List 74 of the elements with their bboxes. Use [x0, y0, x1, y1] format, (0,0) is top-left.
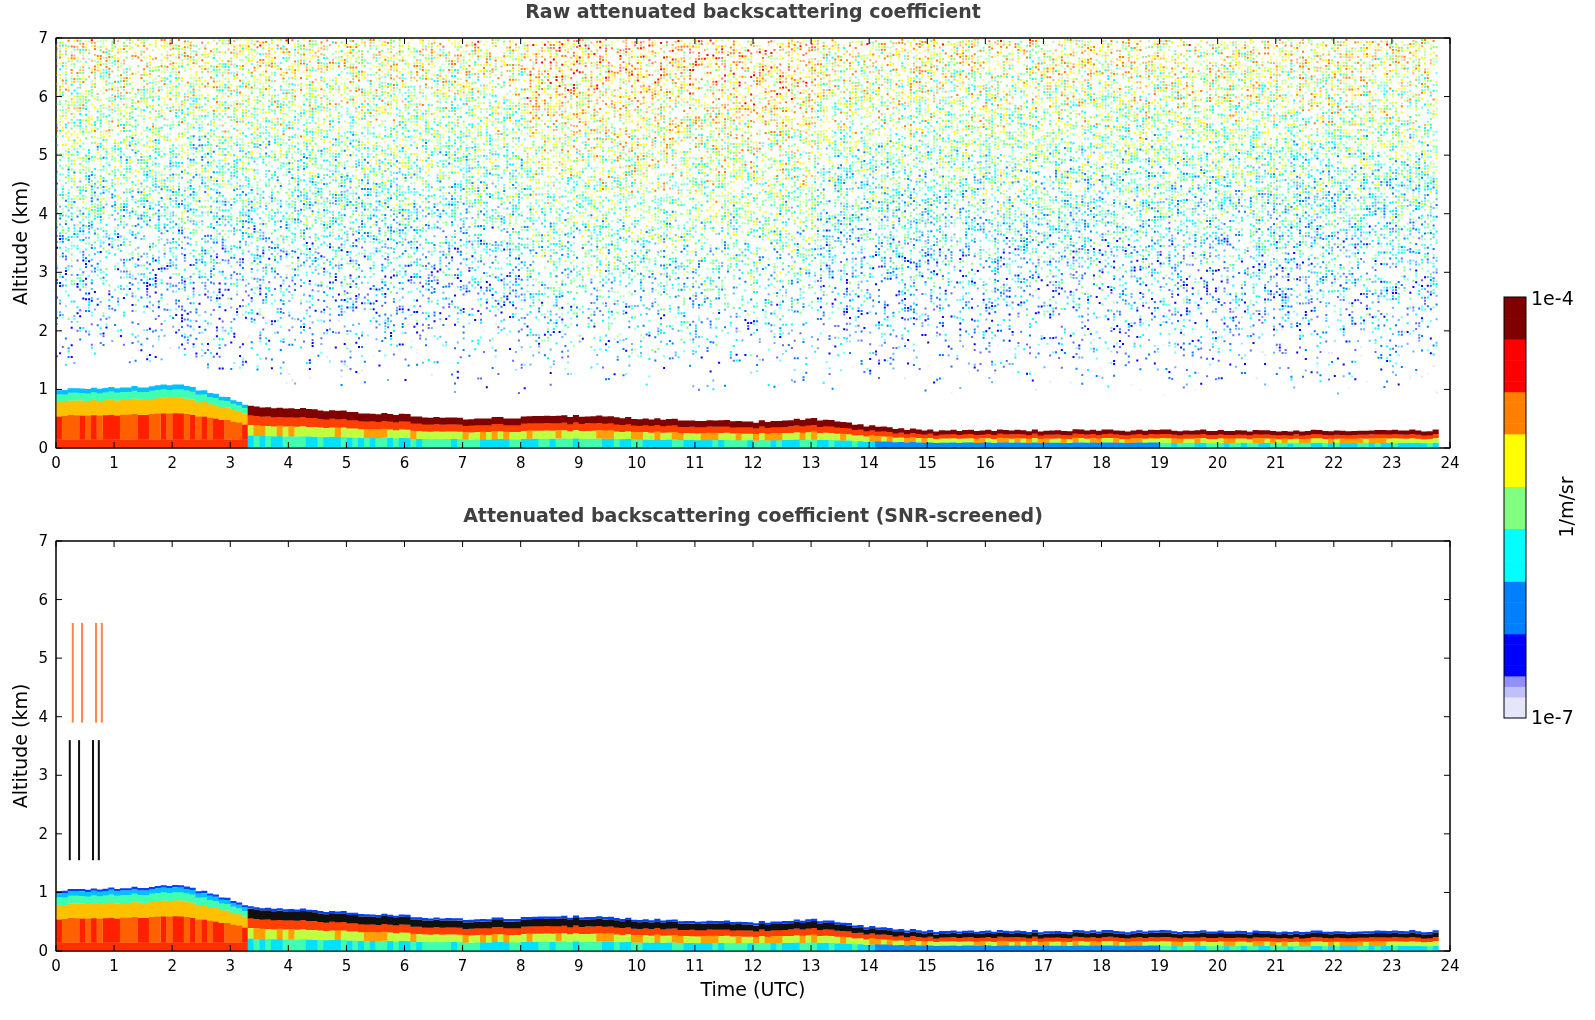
x-tick-label: 22	[1324, 454, 1344, 472]
y-tick-label: 5	[38, 649, 48, 668]
x-tick-label: 7	[457, 957, 468, 975]
x-tick-label: 17	[1033, 957, 1053, 975]
y-tick-label: 1	[38, 883, 48, 902]
x-tick-label: 1	[109, 957, 119, 975]
x-tick-label: 20	[1208, 957, 1228, 975]
x-tick-label: 15	[917, 957, 937, 975]
y-tick-label: 7	[38, 532, 48, 550]
x-tick-label: 6	[399, 454, 410, 472]
plot-title: Attenuated backscattering coefficient (SNR-screened)	[463, 504, 1043, 526]
x-tick-label: 8	[515, 454, 526, 472]
x-tick-label: 19	[1150, 957, 1170, 975]
x-tick-label: 18	[1091, 454, 1112, 472]
y-tick-label: 4	[38, 204, 48, 223]
x-tick-label: 24	[1440, 957, 1460, 975]
x-tick-label: 14	[859, 454, 879, 472]
x-tick-label: 12	[743, 957, 763, 975]
x-tick-label: 21	[1266, 957, 1286, 975]
x-tick-label: 19	[1150, 454, 1170, 472]
x-tick-label: 9	[574, 957, 584, 975]
x-tick-label: 14	[859, 957, 879, 975]
x-tick-label: 13	[801, 957, 821, 975]
x-tick-label: 3	[225, 454, 235, 472]
y-axis-label: Altitude (km)	[9, 180, 31, 306]
x-tick-label: 20	[1208, 454, 1228, 472]
y-axis-label: Altitude (km)	[9, 683, 31, 809]
y-tick-label: 6	[38, 87, 48, 106]
x-tick-label: 21	[1266, 454, 1286, 472]
y-tick-label: 4	[38, 707, 48, 726]
y-tick-label: 0	[38, 439, 48, 457]
x-tick-label: 7	[457, 454, 468, 472]
x-tick-label: 12	[743, 454, 763, 472]
x-tick-label: 4	[283, 957, 294, 975]
x-tick-label: 5	[341, 454, 352, 472]
x-tick-label: 22	[1324, 957, 1344, 975]
x-tick-label: 10	[627, 454, 647, 472]
x-tick-label: 8	[515, 957, 526, 975]
y-tick-label: 7	[38, 29, 48, 47]
x-tick-label: 5	[341, 957, 352, 975]
y-tick-label: 3	[38, 766, 48, 785]
x-axis-label: Time (UTC)	[700, 978, 806, 1000]
y-tick-label: 0	[38, 942, 48, 960]
plot-title: Raw attenuated backscattering coefficient	[525, 0, 981, 22]
x-tick-label: 9	[574, 454, 584, 472]
y-tick-label: 5	[38, 146, 48, 165]
x-tick-label: 13	[801, 454, 821, 472]
x-tick-label: 23	[1382, 454, 1402, 472]
y-tick-label: 1	[38, 380, 48, 399]
y-tick-label: 2	[38, 824, 48, 843]
x-tick-label: 10	[627, 957, 647, 975]
x-tick-label: 4	[283, 454, 294, 472]
x-tick-label: 24	[1440, 454, 1460, 472]
x-tick-label: 16	[975, 454, 995, 472]
colorbar-min-label: 1e-7	[1531, 706, 1574, 728]
x-tick-label: 3	[225, 957, 235, 975]
x-tick-label: 15	[917, 454, 937, 472]
colorbar-unit-label: 1/m/sr	[1555, 476, 1577, 538]
x-tick-label: 0	[51, 454, 61, 472]
x-tick-label: 11	[685, 957, 705, 975]
y-tick-label: 6	[38, 590, 48, 609]
x-tick-label: 1	[109, 454, 119, 472]
x-tick-label: 16	[975, 957, 995, 975]
x-tick-label: 0	[51, 957, 61, 975]
x-tick-label: 6	[399, 957, 410, 975]
y-tick-label: 3	[38, 263, 48, 282]
x-tick-label: 11	[685, 454, 705, 472]
x-tick-label: 18	[1091, 957, 1112, 975]
x-tick-label: 2	[167, 957, 177, 975]
x-tick-label: 23	[1382, 957, 1402, 975]
y-tick-label: 2	[38, 321, 48, 340]
x-tick-label: 17	[1033, 454, 1053, 472]
colorbar-max-label: 1e-4	[1531, 287, 1574, 309]
x-tick-label: 2	[167, 454, 177, 472]
